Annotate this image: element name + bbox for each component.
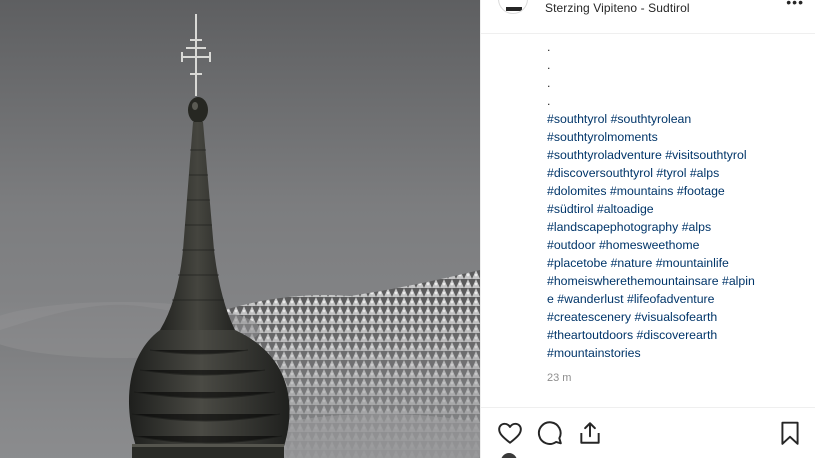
caption-dot: . [547,76,551,90]
post-header: Sterzing Vipiteno - Sudtirol ••• [481,0,815,34]
comment-button[interactable] [537,420,563,446]
post-location-link[interactable]: Sterzing Vipiteno - Sudtirol [545,1,690,15]
post-timestamp[interactable]: 23 m [547,372,571,384]
post-photo[interactable] [0,0,480,458]
share-button[interactable] [577,420,603,446]
caption-dot: . [547,40,551,54]
post-side-panel: Sterzing Vipiteno - Sudtirol ••• . . . .… [480,0,815,458]
caption-hashtags[interactable]: #southtyrol #southtyrolean #southtyrolmo… [547,110,797,362]
church-spire-photo [0,0,480,458]
post-caption: . . . . #southtyrol #southtyrolean #sout… [547,38,797,362]
share-upload-icon [580,422,600,444]
like-button[interactable] [497,420,523,446]
bookmark-icon [781,421,799,445]
comment-bubble-icon [537,421,562,445]
post-action-bar [481,407,815,458]
save-button[interactable] [777,420,803,446]
caption-dot: . [547,58,551,72]
avatar[interactable] [498,0,528,14]
more-options-icon[interactable]: ••• [786,0,804,10]
caption-dot: . [547,94,551,108]
heart-icon [498,422,522,444]
